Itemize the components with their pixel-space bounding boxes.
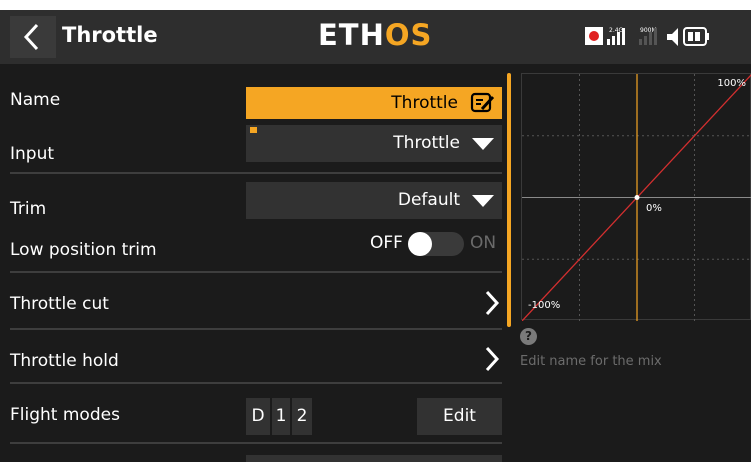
curve-point (634, 195, 640, 200)
status-icons: 2.4G 900M (585, 24, 745, 50)
toggle-switch[interactable] (408, 232, 464, 256)
ethos-logo: ETHOS (318, 18, 432, 52)
graph-label-center: 0% (646, 203, 662, 214)
name-value: Throttle (391, 93, 458, 113)
next-field-partial[interactable] (246, 455, 502, 462)
flight-mode-chip[interactable]: 2 (292, 398, 312, 435)
flight-mode-chip[interactable]: D (246, 398, 270, 435)
header-bar: Throttle ETHOS 2.4G 900M (0, 10, 751, 64)
flight-mode-chip[interactable]: 1 (272, 398, 290, 435)
graph-label-min: -100% (528, 300, 561, 311)
trim-select[interactable]: Default (246, 182, 502, 219)
logo-text-right: OS (384, 18, 433, 52)
input-select[interactable]: Throttle (246, 125, 502, 162)
input-label: Input (10, 144, 55, 164)
dropdown-arrow-icon (472, 138, 494, 150)
trim-value: Default (397, 190, 460, 210)
name-field[interactable]: Throttle (246, 87, 502, 119)
input-value: Throttle (393, 133, 460, 153)
name-label: Name (10, 90, 61, 110)
signal-900m-icon: 900M (639, 27, 657, 45)
screen: Throttle ETHOS 2.4G 900M Name Throttle I… (0, 10, 751, 462)
scrollbar[interactable] (507, 73, 511, 327)
toggle-knob (408, 232, 432, 256)
flight-modes-edit-button[interactable]: Edit (417, 398, 502, 435)
toggle-on-label: ON (470, 233, 497, 253)
help-icon: ? (520, 328, 537, 345)
source-marker-icon (250, 127, 257, 133)
help-text: Edit name for the mix (520, 354, 662, 369)
divider (10, 442, 502, 444)
divider (10, 172, 502, 174)
curve-graph: 100% 0% -100% (521, 73, 751, 321)
chevron-right-icon[interactable] (484, 290, 500, 316)
edit-icon (470, 92, 495, 113)
graph-label-max: 100% (717, 78, 746, 89)
chevron-right-icon[interactable] (484, 346, 500, 372)
battery-icon (683, 27, 709, 46)
divider (10, 382, 502, 384)
divider (10, 271, 502, 273)
curve-plot (522, 74, 751, 321)
speaker-icon (667, 28, 678, 46)
throttle-cut-label[interactable]: Throttle cut (10, 294, 109, 314)
trim-label: Trim (10, 199, 47, 219)
flight-modes-label: Flight modes (10, 405, 120, 425)
chevron-left-icon (10, 16, 56, 58)
page-title: Throttle (62, 23, 158, 47)
dropdown-arrow-icon (472, 195, 494, 207)
record-icon (585, 27, 603, 45)
back-button[interactable] (10, 16, 56, 58)
divider (10, 328, 502, 330)
throttle-hold-label[interactable]: Throttle hold (10, 351, 119, 371)
signal-2g4-icon: 2.4G (607, 27, 625, 45)
low-position-trim-label: Low position trim (10, 240, 157, 260)
toggle-off-label: OFF (370, 233, 403, 253)
svg-text:2.4G: 2.4G (609, 27, 624, 34)
logo-text-left: ETH (318, 18, 385, 52)
low-position-trim-toggle[interactable]: OFF ON (370, 232, 502, 258)
